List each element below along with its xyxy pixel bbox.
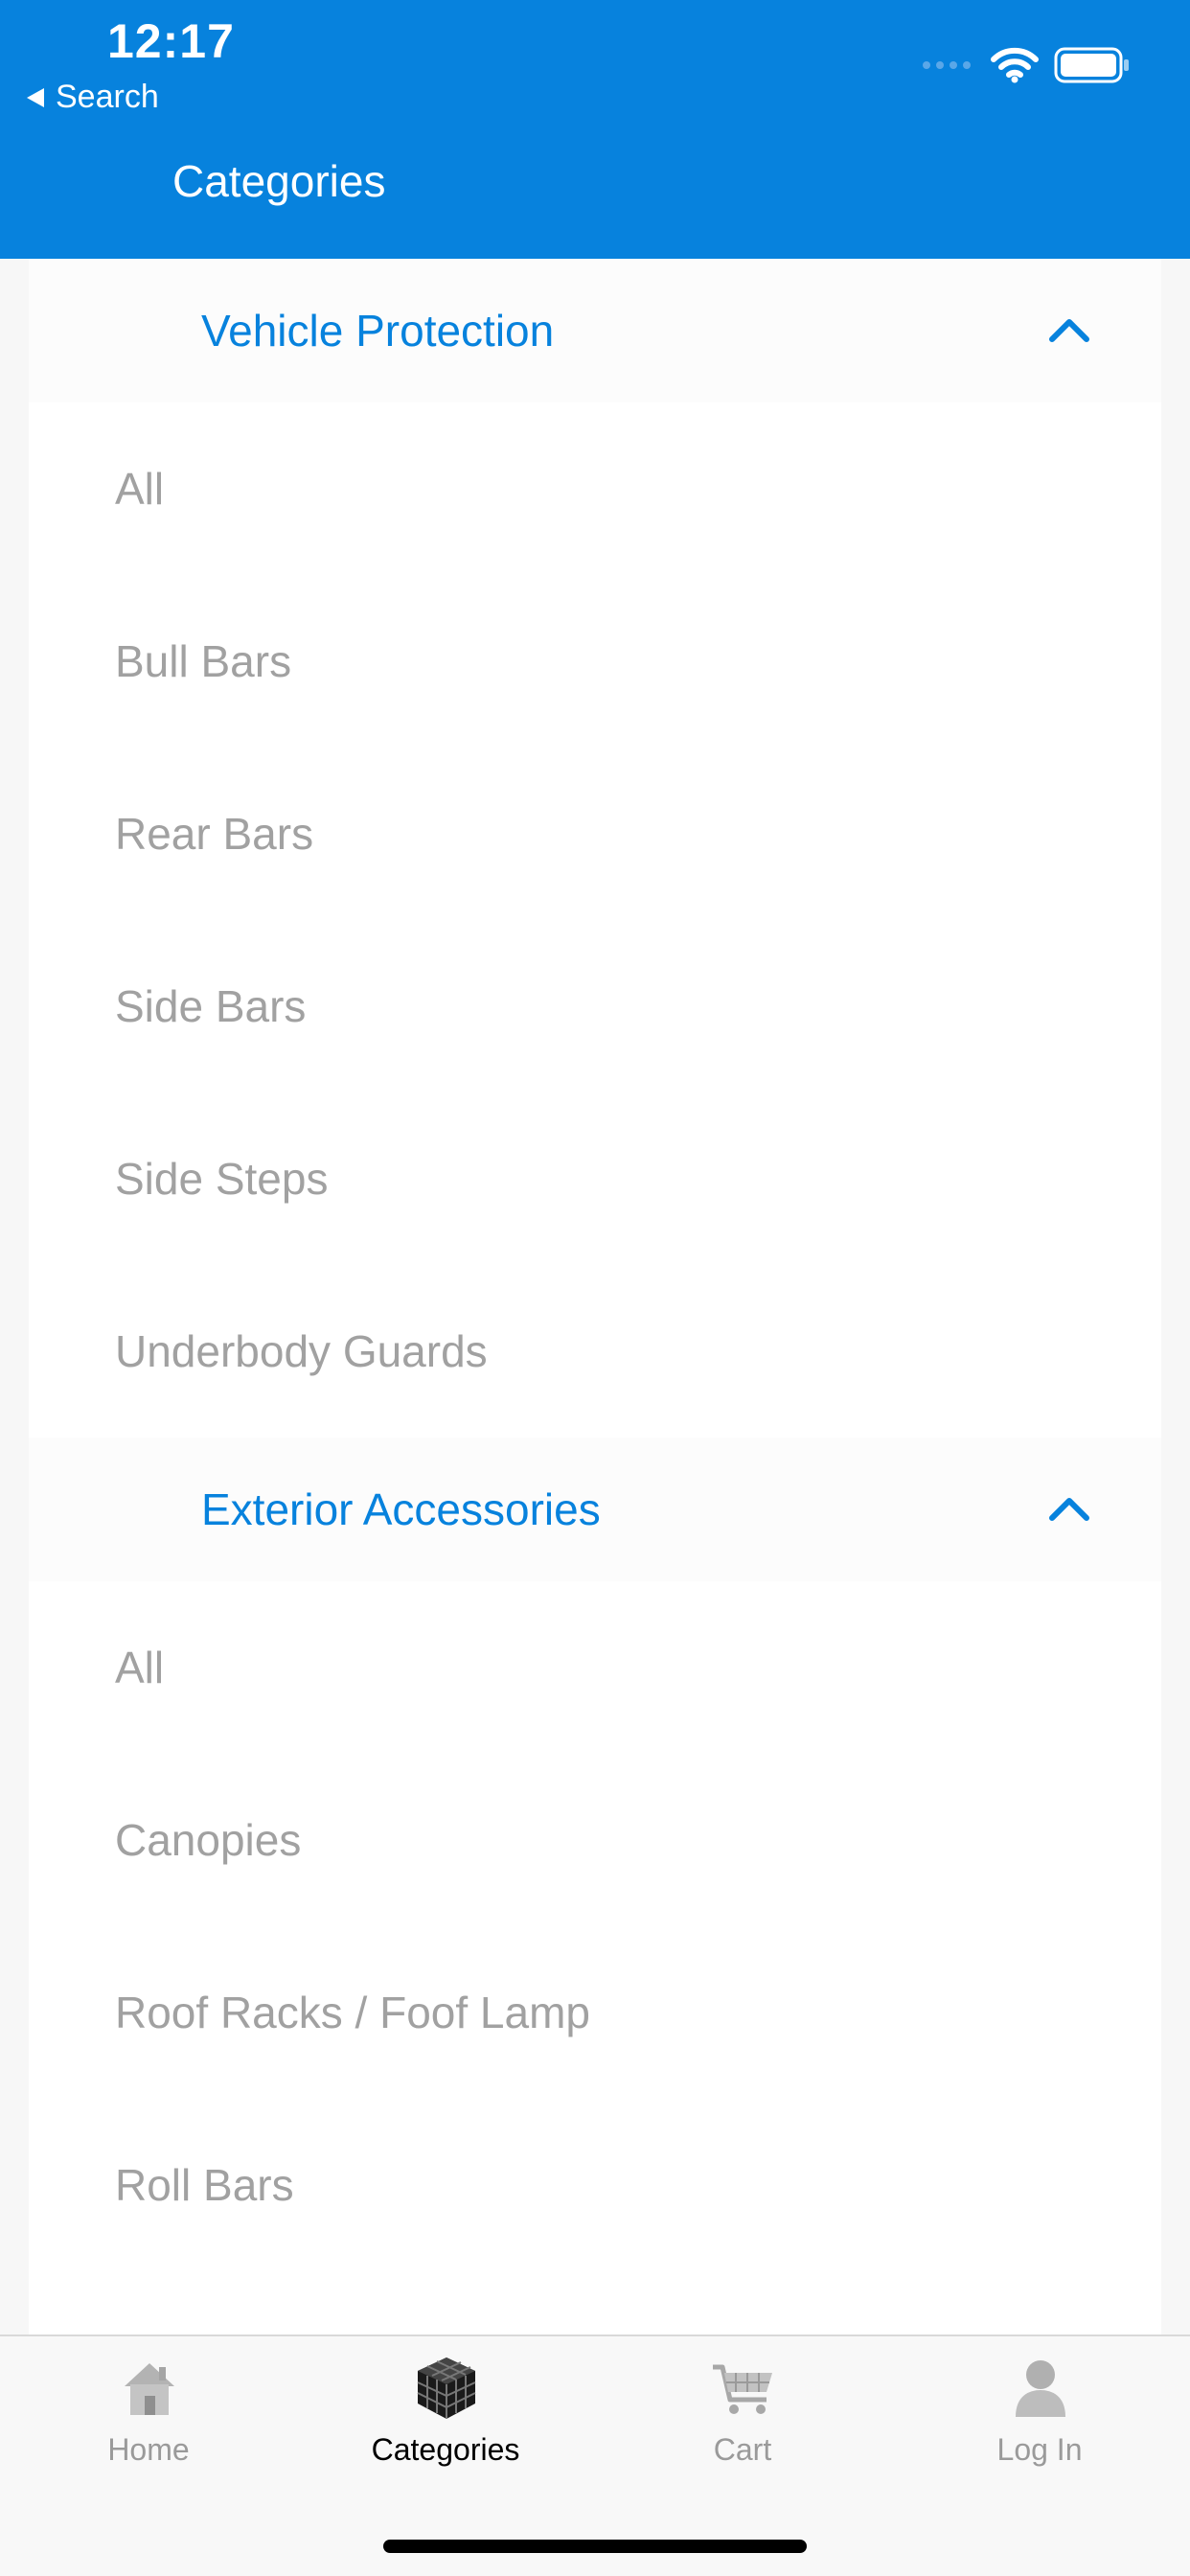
tab-cart[interactable]: Cart — [594, 2336, 891, 2480]
list-item[interactable]: Roll Bars — [29, 2099, 1161, 2271]
signal-icon — [923, 61, 971, 69]
tab-categories[interactable]: Categories — [297, 2336, 594, 2480]
tab-label: Log In — [996, 2432, 1083, 2467]
battery-icon — [1054, 47, 1129, 83]
app-header: 12:17 Search Categories — [0, 0, 1190, 259]
list-item-label: Roof Racks / Foof Lamp — [115, 1988, 590, 2037]
list-item[interactable]: All — [29, 1581, 1161, 1754]
list-item-label: Canopies — [115, 1815, 302, 1865]
list-item-label: Side Steps — [115, 1154, 329, 1204]
section-header-exterior-accessories[interactable]: Exterior Accessories — [29, 1438, 1161, 1581]
list-item-label: Side Bars — [115, 981, 307, 1031]
list-item-label: All — [115, 464, 165, 514]
list-item-label: All — [115, 1643, 165, 1692]
tab-log-in[interactable]: Log In — [891, 2336, 1188, 2480]
list-item[interactable]: Rear Bars — [29, 748, 1161, 920]
wifi-icon — [991, 47, 1039, 83]
list-item[interactable]: Canopies — [29, 1754, 1161, 1926]
back-arrow-icon — [27, 87, 44, 107]
cart-icon — [713, 2364, 772, 2414]
section-header-vehicle-protection[interactable]: Vehicle Protection — [29, 259, 1161, 402]
tab-label: Categories — [371, 2432, 520, 2467]
tab-home[interactable]: Home — [0, 2336, 297, 2480]
chevron-up-icon — [1049, 1498, 1089, 1521]
section-title: Exterior Accessories — [201, 1484, 601, 1534]
back-to-search-link[interactable]: Search — [27, 79, 159, 116]
user-icon — [1016, 2360, 1065, 2417]
section-title: Vehicle Protection — [201, 306, 555, 356]
categories-icon — [417, 2358, 476, 2419]
list-item[interactable]: Bull Bars — [29, 575, 1161, 748]
chevron-up-icon — [1049, 319, 1089, 342]
status-time: 12:17 — [107, 14, 235, 68]
status-icons — [922, 46, 1131, 84]
categories-list[interactable]: Vehicle Protection All Bull Bars Rear Ba… — [29, 259, 1161, 2334]
list-item[interactable]: Roof Racks / Foof Lamp — [29, 1926, 1161, 2099]
back-label: Search — [56, 79, 159, 115]
list-item[interactable]: Underbody Guards — [29, 1265, 1161, 1438]
list-item[interactable]: All — [29, 402, 1161, 575]
page-title: Categories — [172, 156, 386, 206]
home-icon — [125, 2363, 174, 2415]
list-item-label: Rear Bars — [115, 809, 314, 859]
tab-label: Home — [107, 2432, 190, 2467]
list-item[interactable]: Side Bars — [29, 920, 1161, 1092]
tab-bar: Home Categories Cart Log In — [0, 2334, 1190, 2576]
home-indicator — [383, 2540, 807, 2553]
list-item-label: Bull Bars — [115, 636, 292, 686]
list-item-label: Roll Bars — [115, 2160, 294, 2210]
list-item-label: Underbody Guards — [115, 1326, 488, 1376]
tab-label: Cart — [713, 2432, 772, 2467]
list-item[interactable]: Side Steps — [29, 1092, 1161, 1265]
